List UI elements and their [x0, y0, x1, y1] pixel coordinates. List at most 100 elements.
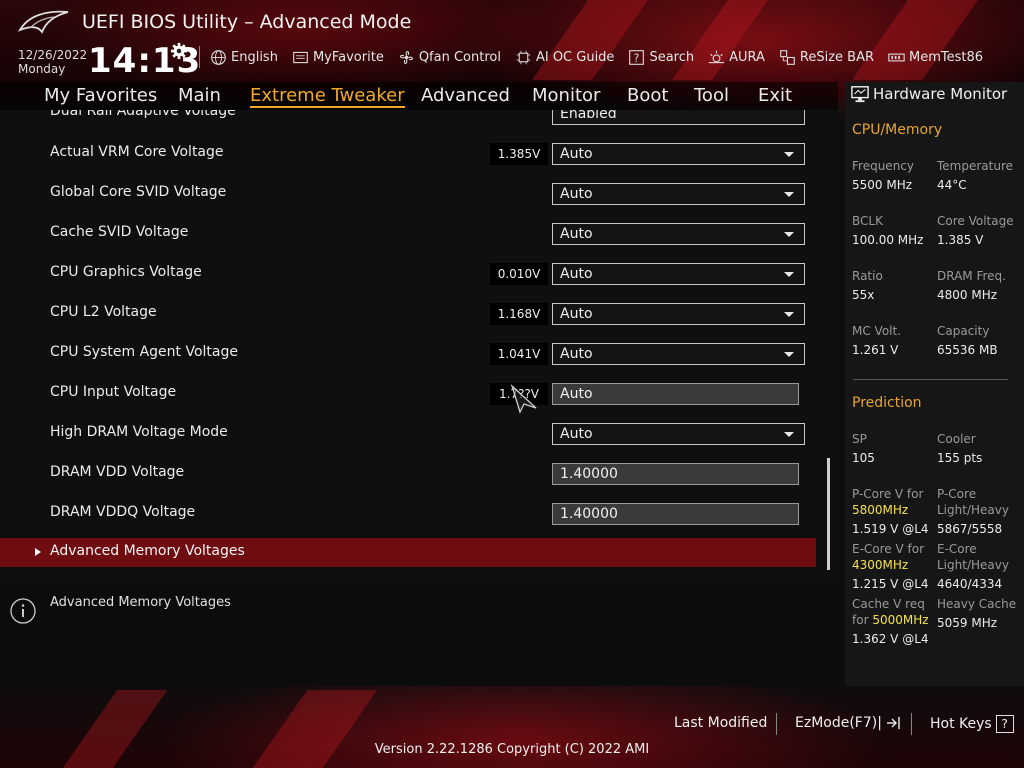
ecore-v-label-text: E-Core V for	[852, 542, 925, 556]
tab-boot[interactable]: Boot	[627, 85, 668, 106]
voltage-reading: 1.041V	[490, 343, 548, 365]
setting-label: CPU Input Voltage	[50, 384, 177, 400]
cpu-memory-section: CPU/Memory	[852, 122, 943, 138]
setting-value: Enabled	[560, 110, 617, 122]
memtest-label: MemTest86	[909, 49, 984, 65]
search-label: Search	[649, 49, 695, 65]
setting-value: Auto	[560, 186, 593, 202]
setting-label: Global Core SVID Voltage	[50, 184, 227, 200]
chevron-down-icon	[784, 152, 794, 157]
resizebar-button[interactable]: ReSize BAR	[779, 49, 874, 66]
resizebar-label: ReSize BAR	[799, 49, 875, 65]
tab-advanced[interactable]: Advanced	[421, 85, 510, 106]
tab-main[interactable]: Main	[178, 85, 221, 106]
help-description: Advanced Memory Voltages	[50, 595, 231, 610]
hot-keys-label: Hot Keys	[930, 716, 992, 732]
settings-panel: Dual Rail Adaptive Voltage Enabled Actua…	[0, 110, 838, 578]
pcore-v-value: 1.519 V @L4	[852, 522, 929, 536]
cache-v-value: 1.362 V @L4	[852, 632, 929, 646]
tab-monitor[interactable]: Monitor	[532, 85, 600, 106]
tab-tool[interactable]: Tool	[694, 85, 729, 106]
ezmode-label: EzMode(F7)|	[795, 715, 882, 731]
scrollbar-thumb[interactable]	[827, 458, 830, 570]
setting-dropdown[interactable]: Auto	[552, 423, 805, 445]
aura-button[interactable]: AURA	[708, 49, 765, 66]
setting-label: CPU System Agent Voltage	[50, 344, 238, 360]
frequency-value: 5500 MHz	[852, 178, 913, 192]
ezmode-button[interactable]: EzMode(F7)|	[795, 715, 901, 731]
capacity-value: 65536 MB	[937, 343, 998, 357]
submenu-advanced-memory-voltages[interactable]: Advanced Memory Voltages	[0, 538, 816, 567]
memory-icon	[888, 53, 905, 61]
voltage-reading: 1.385V	[490, 143, 548, 165]
setting-value: Auto	[560, 146, 593, 162]
aura-light-icon	[708, 50, 725, 63]
submenu-label: Advanced Memory Voltages	[50, 543, 245, 559]
myfavorite-label: MyFavorite	[312, 49, 384, 65]
cache-v-label-1: Cache V req	[852, 597, 925, 611]
day-text: Monday	[18, 62, 66, 76]
ecore-v-value: 1.215 V @L4	[852, 577, 929, 591]
setting-dropdown[interactable]: Auto	[552, 303, 805, 325]
chip-icon	[516, 50, 531, 64]
setting-label: Actual VRM Core Voltage	[50, 144, 224, 160]
toolbar: English MyFavorite Qfan Control AI OC Gu…	[210, 46, 983, 68]
dram-vddq-voltage-field[interactable]: 1.40000	[552, 503, 799, 525]
hw-title-text: Hardware Monitor	[873, 85, 1008, 103]
hardware-monitor-panel: Hardware Monitor CPU/Memory Frequency 55…	[845, 82, 1024, 686]
bclk-label: BCLK	[852, 214, 883, 228]
hardware-monitor-title: Hardware Monitor	[851, 85, 1007, 103]
gear-icon[interactable]	[170, 42, 188, 60]
ecore-lh-label-2: Light/Heavy	[937, 558, 1009, 572]
setting-dropdown[interactable]: Auto	[552, 143, 805, 165]
setting-dropdown[interactable]: Auto	[552, 183, 805, 205]
voltage-reading: 1.168V	[490, 303, 548, 325]
setting-label: CPU L2 Voltage	[50, 304, 157, 320]
last-modified-button[interactable]: Last Modified	[674, 715, 767, 731]
temperature-label: Temperature	[937, 159, 1014, 173]
resize-bar-icon	[780, 49, 795, 65]
search-help-icon: ?	[629, 49, 645, 65]
language-button[interactable]: English	[210, 49, 278, 66]
tab-my-favorites[interactable]: My Favorites	[44, 85, 157, 106]
chevron-down-icon	[784, 432, 794, 437]
dram-freq-label: DRAM Freq.	[937, 269, 1006, 283]
qfan-button[interactable]: Qfan Control	[398, 49, 501, 66]
setting-label: DRAM VDD Voltage	[50, 464, 185, 480]
toolbar-divider	[199, 46, 200, 68]
myfavorite-button[interactable]: MyFavorite	[292, 49, 384, 66]
hot-keys-button[interactable]: Hot Keys?	[930, 715, 1014, 733]
setting-dropdown[interactable]: Auto	[552, 263, 805, 285]
setting-value: Auto	[560, 226, 593, 242]
setting-dropdown[interactable]: Auto	[552, 343, 805, 365]
aioc-guide-button[interactable]: AI OC Guide	[515, 49, 614, 66]
info-icon	[10, 598, 36, 624]
setting-dropdown[interactable]: Enabled	[552, 110, 805, 125]
favorite-list-icon	[293, 51, 308, 63]
cache-v-label-2: for	[852, 613, 869, 627]
setting-label: DRAM VDDQ Voltage	[50, 504, 196, 520]
setting-value: 1.40000	[560, 506, 618, 522]
dram-vdd-voltage-field[interactable]: 1.40000	[552, 463, 799, 485]
setting-value: Auto	[560, 346, 593, 362]
qfan-label: Qfan Control	[418, 49, 501, 65]
voltage-reading: 0.010V	[490, 263, 548, 285]
date-text: 12/26/2022	[18, 48, 88, 62]
heavy-cache-label: Heavy Cache	[937, 597, 1017, 611]
pcore-v-freq: 5800MHz	[852, 503, 909, 517]
chevron-down-icon	[784, 192, 794, 197]
svg-text:?: ?	[634, 51, 640, 64]
capacity-label: Capacity	[937, 324, 990, 338]
cpu-input-voltage-field[interactable]: Auto	[552, 383, 799, 405]
prediction-section: Prediction	[852, 395, 922, 411]
setting-value: 1.40000	[560, 466, 618, 482]
tab-exit[interactable]: Exit	[758, 85, 792, 106]
setting-value: Auto	[560, 306, 593, 322]
search-button[interactable]: ? Search	[628, 49, 694, 66]
core-voltage-value: 1.385 V	[937, 233, 984, 247]
date-display: 12/26/2022 Monday	[18, 48, 87, 76]
tab-extreme-tweaker[interactable]: Extreme Tweaker	[250, 85, 405, 108]
monitor-icon	[851, 86, 869, 103]
memtest-button[interactable]: MemTest86	[888, 49, 983, 66]
setting-dropdown[interactable]: Auto	[552, 223, 805, 245]
